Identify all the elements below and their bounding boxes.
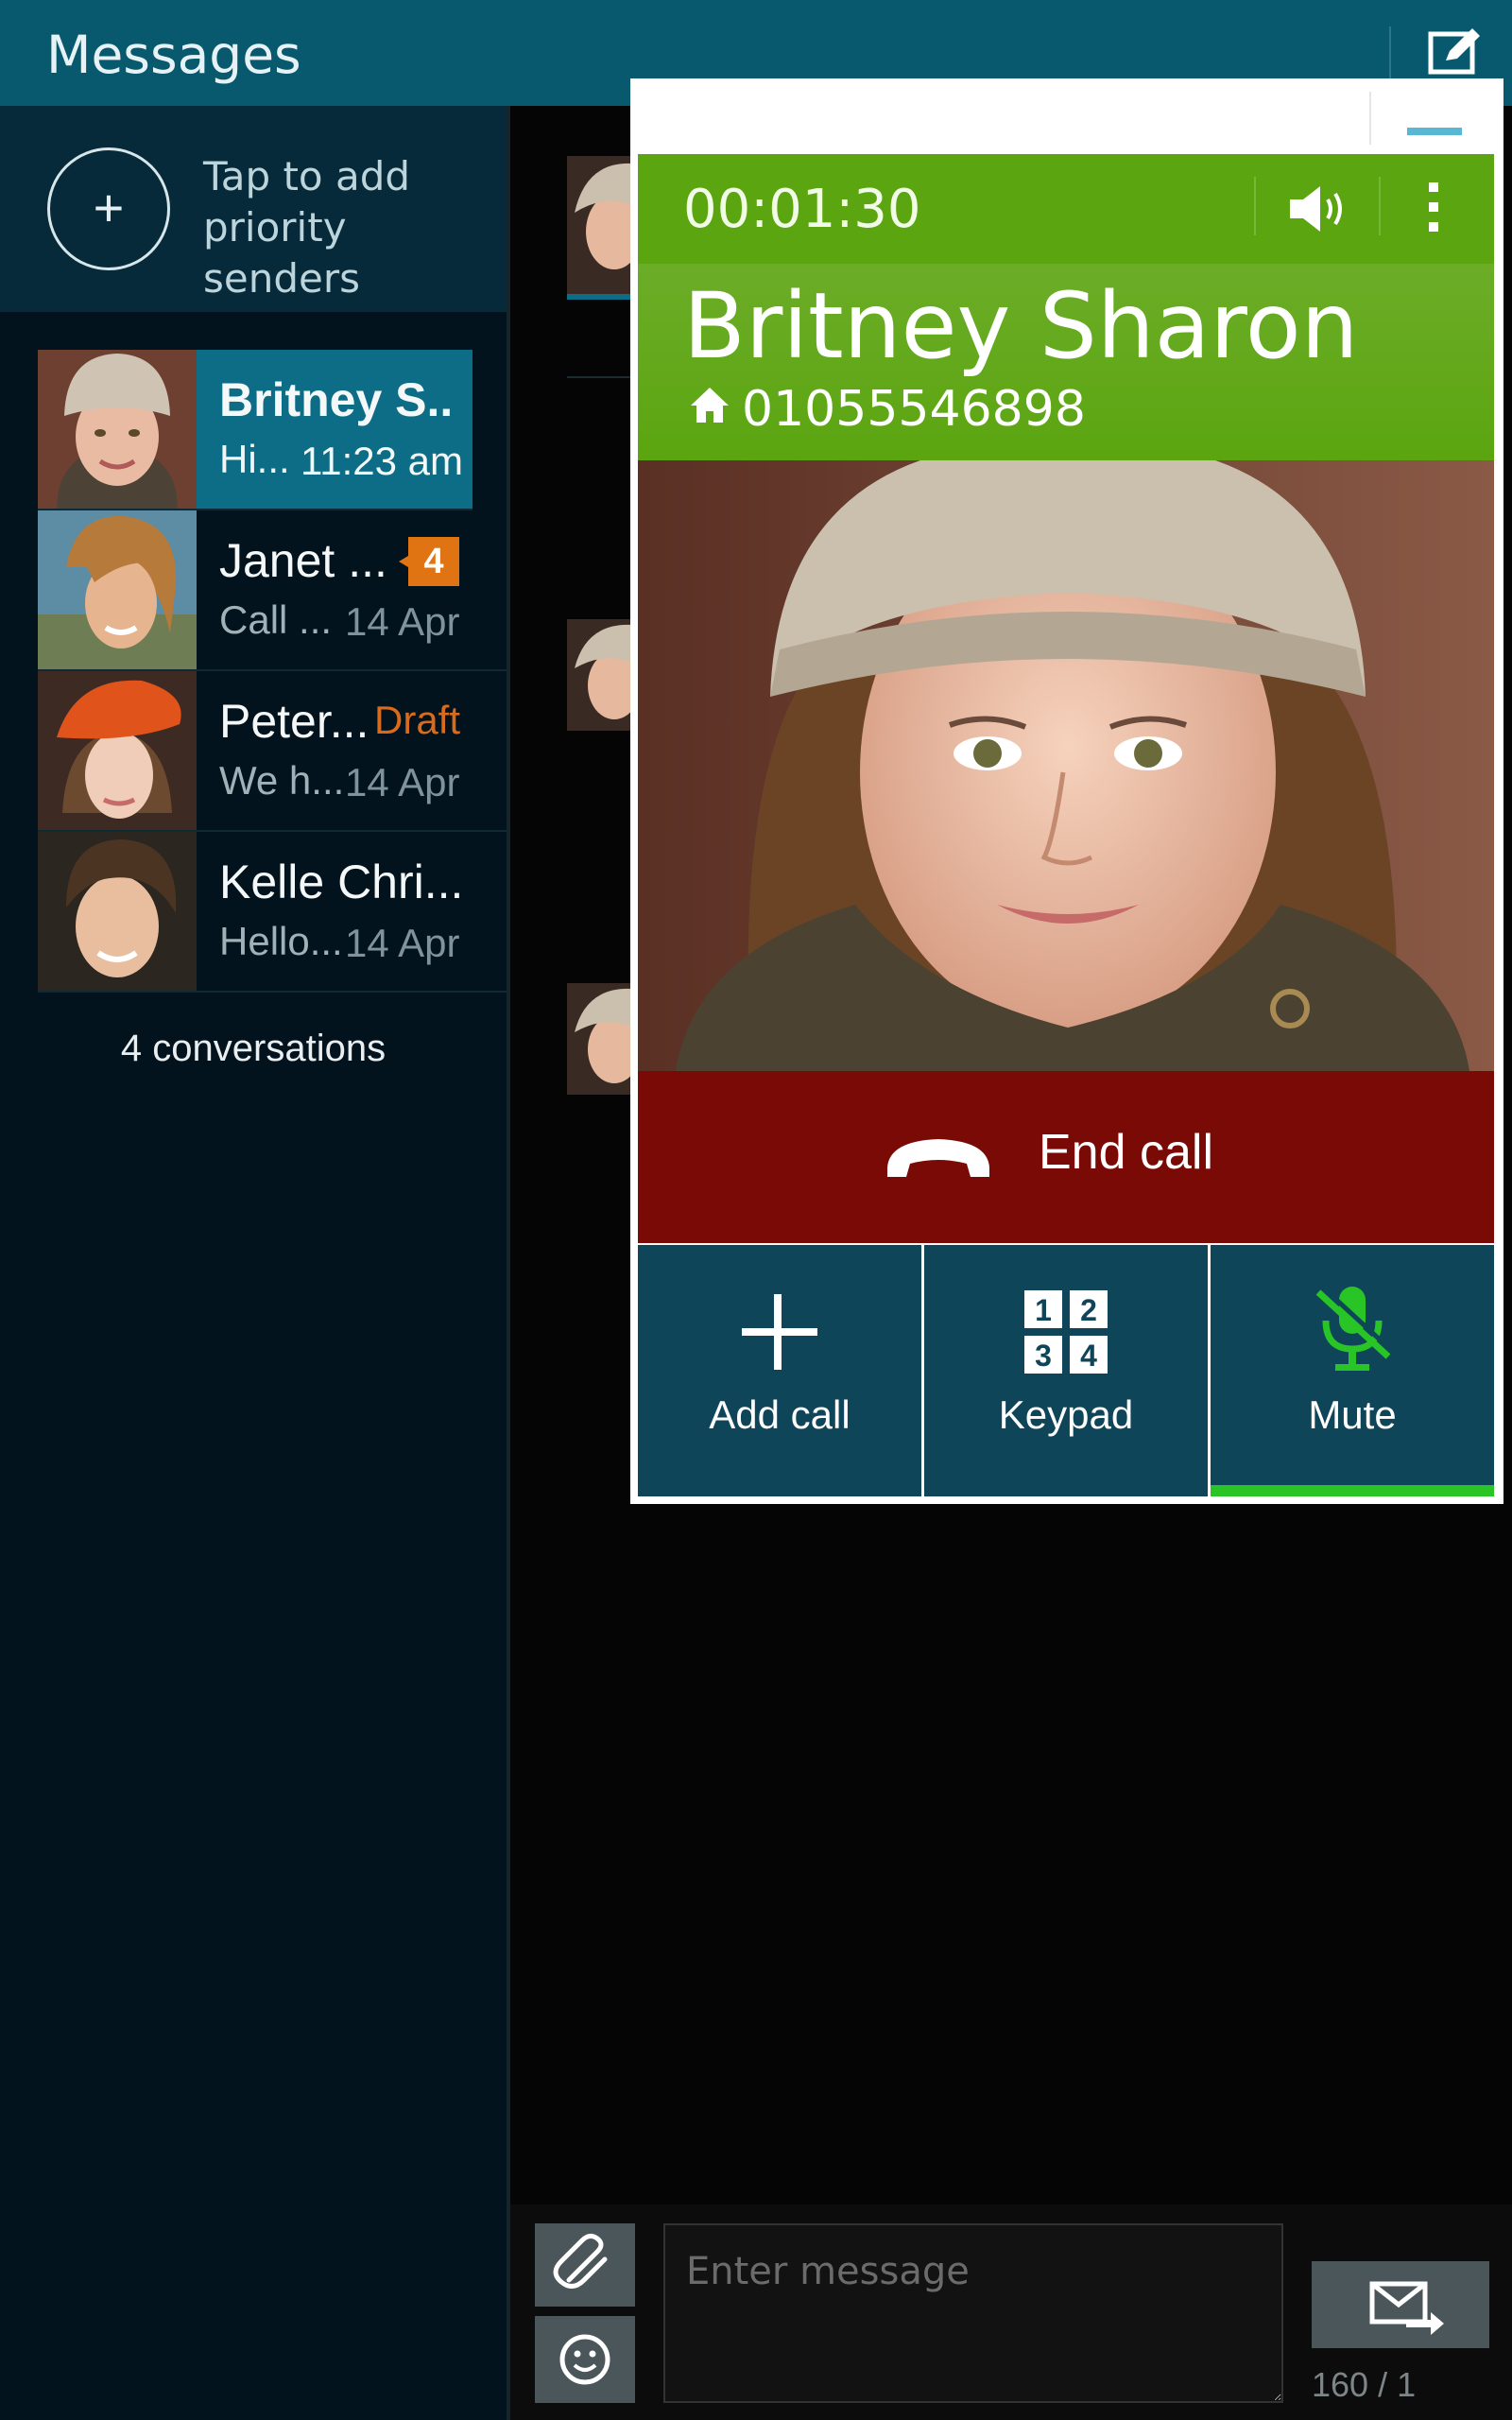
- conversation-preview: Hi...: [219, 437, 290, 481]
- contact-photo: [638, 460, 1494, 1071]
- header-divider: [1254, 177, 1256, 235]
- conversation-sidebar: + Tap to add priority senders Britney S.…: [0, 106, 507, 2420]
- keypad-digit: 4: [1080, 1339, 1097, 1373]
- add-priority-button[interactable]: +: [47, 147, 170, 270]
- thread-divider: [567, 376, 631, 378]
- message-avatar: [567, 619, 631, 731]
- draft-label: Draft: [374, 698, 461, 742]
- conversation-count: 4 conversations: [120, 1028, 387, 1069]
- conversation-list: Britney S.. Hi... 11:23 am Janet ... 4 C…: [38, 350, 507, 993]
- compose-button[interactable]: [1418, 25, 1486, 81]
- home-icon: [691, 388, 729, 423]
- call-action-bar: Add call 1 2 3 4 Keypad Mute: [638, 1245, 1494, 1496]
- minimize-handle[interactable]: [1407, 128, 1462, 135]
- conversation-preview: We h...: [219, 758, 345, 803]
- compose-icon: [1428, 28, 1480, 75]
- keypad-button[interactable]: 1 2 3 4 Keypad: [924, 1245, 1208, 1496]
- mute-button[interactable]: Mute: [1211, 1245, 1494, 1496]
- smiley-icon: [559, 2334, 610, 2385]
- avatar: [38, 832, 197, 991]
- conversation-name: Janet ...: [219, 534, 387, 587]
- popup-divider: [1369, 92, 1371, 145]
- conversation-time: 14 Apr: [345, 599, 460, 644]
- mute-active-indicator: [1211, 1485, 1494, 1496]
- end-call-button[interactable]: End call: [638, 1071, 1494, 1243]
- avatar: [38, 510, 197, 669]
- conversation-item[interactable]: Kelle Chri... Hello... 14 Apr: [38, 832, 507, 993]
- paperclip-icon: [553, 2233, 608, 2289]
- end-call-icon: [887, 1139, 989, 1177]
- conversation-name: Peter...: [219, 695, 369, 748]
- conversation-name: Kelle Chri...: [219, 856, 464, 908]
- attach-button[interactable]: [535, 2223, 635, 2307]
- keypad-digit: 1: [1035, 1293, 1052, 1327]
- conversation-item[interactable]: Britney S.. Hi... 11:23 am: [38, 350, 472, 510]
- more-options-button[interactable]: [1426, 181, 1441, 233]
- conversation-time: 14 Apr: [345, 921, 460, 965]
- call-popup[interactable]: 00:01:30 Britney Sharon 01055546898 End …: [630, 78, 1503, 1504]
- avatar: [38, 350, 197, 509]
- mute-label: Mute: [1308, 1392, 1397, 1437]
- add-call-button[interactable]: Add call: [638, 1245, 921, 1496]
- conversation-time: 11:23 am: [301, 439, 463, 483]
- contact-info: Britney Sharon 01055546898: [638, 264, 1494, 460]
- conversation-name: Britney S..: [219, 373, 454, 426]
- send-button[interactable]: [1312, 2261, 1489, 2348]
- more-icon: [1429, 182, 1438, 232]
- unread-badge: 4: [399, 537, 459, 586]
- conversation-time: 14 Apr: [345, 760, 460, 804]
- character-counter: 160 / 1: [1312, 2365, 1417, 2404]
- contact-phone-number: 01055546898: [742, 381, 1086, 438]
- header-divider: [1379, 177, 1381, 235]
- conversation-item[interactable]: Peter... Draft We h... 14 Apr: [38, 671, 507, 832]
- keypad-digit: 3: [1035, 1339, 1052, 1373]
- plus-icon: [742, 1294, 817, 1370]
- message-avatar: [567, 156, 631, 300]
- speaker-icon: [1290, 186, 1342, 232]
- add-call-label: Add call: [709, 1392, 850, 1437]
- sidebar-divider: [507, 106, 510, 2420]
- conversation-preview: Hello...: [219, 919, 343, 963]
- app-title: Messages: [46, 25, 301, 85]
- message-composer: 160 / 1: [510, 2204, 1512, 2420]
- mic-muted-icon: [1315, 1285, 1394, 1371]
- call-header: 00:01:30: [638, 154, 1494, 264]
- keypad-label: Keypad: [998, 1392, 1134, 1437]
- app-bar-divider: [1389, 26, 1391, 79]
- avatar: [38, 671, 197, 830]
- priority-senders-label: Tap to add priority senders: [203, 153, 411, 302]
- speaker-button[interactable]: [1284, 181, 1349, 237]
- send-message-icon: [1369, 2281, 1444, 2335]
- keypad-digit: 2: [1080, 1293, 1097, 1327]
- contact-name: Britney Sharon: [683, 273, 1359, 379]
- call-timer: 00:01:30: [683, 179, 921, 240]
- conversation-item[interactable]: Janet ... 4 Call ... 14 Apr: [38, 510, 507, 671]
- priority-senders-panel[interactable]: + Tap to add priority senders: [0, 106, 507, 312]
- end-call-label: End call: [1039, 1125, 1213, 1180]
- keypad-icon: 1 2 3 4: [1024, 1290, 1108, 1374]
- conversation-preview: Call ...: [219, 597, 333, 642]
- emoji-button[interactable]: [535, 2316, 635, 2403]
- message-avatar: [567, 983, 631, 1095]
- message-input[interactable]: [663, 2223, 1283, 2403]
